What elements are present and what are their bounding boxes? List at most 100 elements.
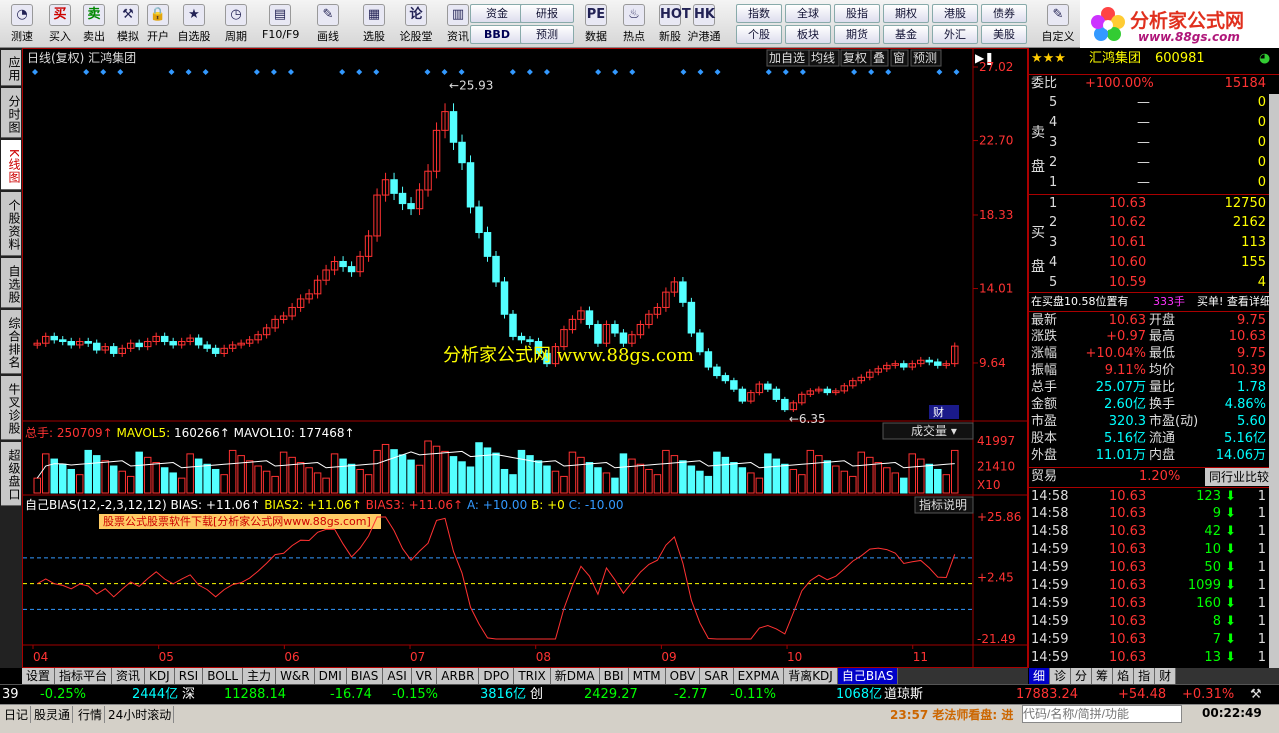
indicator-tab-0[interactable]: 设置 [22,668,56,684]
left-tab-4[interactable]: 自选股 [1,258,21,308]
chart-top-button-1[interactable]: 均线 [808,49,840,67]
chart-area[interactable]: 日线(复权) 汇鸿集团 加自选 均线 复权叠窗预测 ▶❚ 27.02 22.70 18.33 1… [22,48,1028,668]
quote-tab-4[interactable]: 焰 [1113,668,1135,684]
status-item-2[interactable]: 行情 [76,706,106,723]
indicator-tab-3[interactable]: KDJ [145,668,175,684]
toolbar-button-9[interactable]: ▦ 选股 [356,2,392,46]
left-tab-0[interactable]: 应用 [1,50,21,86]
toolbar-button-5[interactable]: ★ 自选股 [176,2,212,46]
indicator-tab-9[interactable]: BIAS [346,668,384,684]
market-tag-3[interactable]: 期权 [883,4,929,23]
indicator-tab-14[interactable]: TRIX [514,668,551,684]
market-tag-1[interactable]: 全球 [785,4,831,23]
left-tab-2[interactable]: K线图 [1,140,21,190]
chart-top-button-5[interactable]: 预测 [910,49,942,67]
indicator-tab-10[interactable]: ASI [383,668,412,684]
indicator-tab-16[interactable]: BBI [599,668,629,684]
indicator-tab-21[interactable]: 背离KDJ [784,668,838,684]
market-tag-5[interactable]: 债券 [981,4,1027,23]
market-tag-2[interactable]: 股指 [834,4,880,23]
toolbar-button-15[interactable]: HK 沪港通 [686,2,722,46]
market-tag-11[interactable]: 美股 [981,25,1027,44]
indicator-tab-17[interactable]: MTM [628,668,666,684]
market-tag-8[interactable]: 期货 [834,25,880,44]
indicator-tab-6[interactable]: 主力 [243,668,277,684]
volume-button[interactable]: 成交量 ▾ [882,422,974,440]
search-input[interactable] [1022,705,1182,723]
left-tab-1[interactable]: 分时图 [1,88,21,138]
indicator-tab-20[interactable]: EXPMA [733,668,785,684]
quote-tab-1[interactable]: 诊 [1050,668,1072,684]
tag-research[interactable]: 研报 [520,4,574,23]
indicator-tab-19[interactable]: SAR [700,668,734,684]
toolbar-button-6[interactable]: ◷ 周期 [218,2,254,46]
ticker-settings-icon[interactable]: ⚒ [1250,685,1262,705]
status-item-3[interactable]: 24小时滚动 [106,706,175,723]
indicator-tab-4[interactable]: RSI [174,668,204,684]
market-tag-10[interactable]: 外汇 [932,25,978,44]
indicator-tab-12[interactable]: ARBR [437,668,480,684]
toolbar-button-14[interactable]: HOT 新股 [652,2,691,46]
volume-bar [645,468,653,494]
left-tab-3[interactable]: 个股资料 [1,192,21,256]
market-tag-7[interactable]: 板块 [785,25,831,44]
toolbar-button-10[interactable]: 论论股堂 [398,2,434,46]
volume-bar [279,451,288,494]
indicator-tab-1[interactable]: 指标平台 [55,668,113,684]
indicator-tab-22[interactable]: 自己BIAS [837,668,899,684]
market-tag-9[interactable]: 基金 [883,25,929,44]
signal-diamond [885,69,892,75]
toolbar-button-7[interactable]: ▤ F10/F9 [262,2,299,46]
market-tag-6[interactable]: 个股 [736,25,782,44]
quote-tab-2[interactable]: 分 [1071,668,1093,684]
toolbar-button-12[interactable]: PE 数据 [578,2,614,46]
toolbar-button-1[interactable]: 买买入 [42,2,78,46]
quote-tab-0[interactable]: 细 [1029,668,1051,684]
chart-top-button-2[interactable]: 复权 [840,49,872,67]
bias-axis-label: +25.86 [977,510,1021,524]
left-tab-7[interactable]: 超级盘口 [1,442,21,506]
indicator-tab-7[interactable]: W&R [276,668,315,684]
indicator-tab-15[interactable]: 新DMA [550,668,600,684]
volume-bar [840,470,849,494]
indicator-tab-18[interactable]: OBV [665,668,701,684]
toolbar-button-13[interactable]: ♨ 热点 [616,2,652,46]
quote-tab-6[interactable]: 财 [1155,668,1177,684]
indicator-tab-11[interactable]: VR [411,668,438,684]
market-tag-0[interactable]: 指数 [736,4,782,23]
tag-funds[interactable]: 资金 [470,4,524,23]
indicator-tab-5[interactable]: BOLL [203,668,244,684]
toolbar-button-8[interactable]: ✎ 画线 [310,2,346,46]
news-scroller[interactable]: 23:57 老法师看盘: 进 [890,706,1013,723]
toolbar-button-16[interactable]: ✎ 自定义 [1040,2,1076,46]
left-tab-6[interactable]: 牛叉诊股 [1,376,21,440]
indicator-tab-8[interactable]: DMI [314,668,347,684]
toolbar-button-2[interactable]: 卖卖出 [76,2,112,46]
status-item-1[interactable]: 股灵通 [32,706,74,723]
volume-bar [857,451,866,494]
chart-top-button-3[interactable]: 叠 [870,49,889,67]
quote-tab-5[interactable]: 指 [1134,668,1156,684]
toolbar-button-0[interactable]: ◔ 测速 [4,2,40,46]
indicator-tab-13[interactable]: DPO [479,668,515,684]
finance-tag[interactable]: 财 [929,405,959,419]
status-item-0[interactable]: 日记 [2,706,32,723]
industry-compare-button[interactable]: 同行业比较 [1205,468,1274,486]
market-tag-4[interactable]: 港股 [932,4,978,23]
indicator-tab-2[interactable]: 资讯 [112,668,146,684]
toolbar-button-4[interactable]: 🔒 开户 [140,2,176,46]
chart-top-button-4[interactable]: 窗 [890,49,909,67]
indicator-help-button[interactable]: 指标说明 [914,496,974,514]
chart-top-button-0[interactable]: 加自选 [766,49,810,67]
chart-svg[interactable]: 日线(复权) 汇鸿集团 加自选 均线 复权叠窗预测 ▶❚27.0222.7018.331… [23,49,1027,667]
quote-scrollbar[interactable] [1269,94,1279,668]
tag-bbd[interactable]: BBD [470,25,524,44]
globe-icon[interactable]: ◕ [1259,50,1270,68]
toolbar-icon-7: ▤ [269,4,291,26]
volume-bar [356,468,364,494]
volume-bar [832,465,840,494]
quote-tab-3[interactable]: 筹 [1092,668,1114,684]
signal-diamond [543,69,550,75]
left-tab-5[interactable]: 综合排名 [1,310,21,374]
tag-forecast[interactable]: 预测 [520,25,574,44]
